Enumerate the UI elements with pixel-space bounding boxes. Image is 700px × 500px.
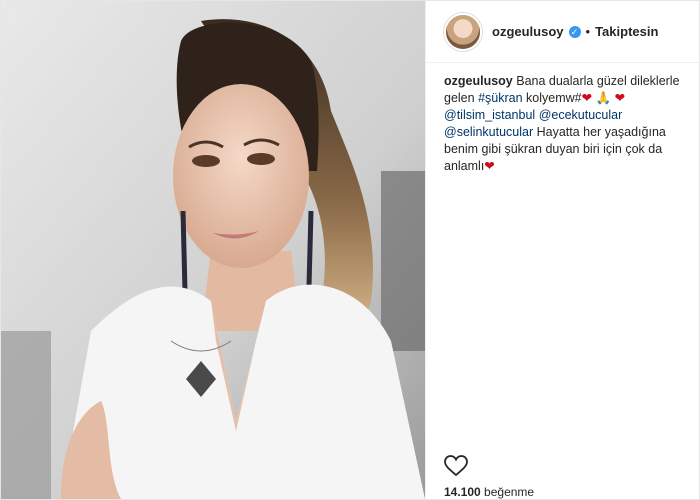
avatar[interactable] [444,12,482,51]
post-caption: ozgeulusoy Bana dualarla güzel dileklerl… [426,63,700,175]
pray-emoji: 🙏 [595,91,612,105]
likes-number: 14.100 [444,485,481,499]
hashtag-link[interactable]: #şükran [478,91,522,105]
caption-text-2b: w# [565,91,582,105]
post-photo-illustration [1,1,425,499]
likes-count[interactable]: 14.100 beğenme [444,485,534,499]
post-photo[interactable] [1,1,425,499]
mention-ecekutucular[interactable]: @ecekutucular [539,108,623,122]
mention-selinkutucular[interactable]: @selinkutucular [444,125,533,139]
follow-status-button[interactable]: Takiptesin [595,24,658,39]
mention-tilsim-istanbul[interactable]: @tilsim_istanbul [444,108,535,122]
heart-emoji-2: ❤ [614,91,626,105]
username-link[interactable]: ozgeulusoy [492,24,564,39]
separator-dot: • [585,24,591,39]
verified-badge-icon: ✓ [568,25,581,38]
likes-label: beğenme [484,485,535,499]
post-sidebar: ozgeulusoy ✓ • Takiptesin ozgeulusoy Ban… [425,1,700,499]
caption-author[interactable]: ozgeulusoy [444,74,513,88]
heart-outline-icon[interactable] [444,455,468,477]
post-header: ozgeulusoy ✓ • Takiptesin [426,1,700,63]
instagram-post: ozgeulusoy ✓ • Takiptesin ozgeulusoy Ban… [0,0,700,500]
heart-emoji-1: ❤ [581,91,593,105]
post-actions [444,455,468,482]
heart-emoji-3: ❤ [484,159,495,173]
caption-text-2: kolyem [522,91,566,105]
